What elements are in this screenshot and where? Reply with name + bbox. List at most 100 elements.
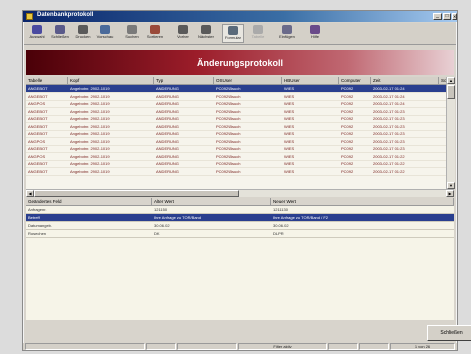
- table-cell: ANGEBOT: [28, 123, 48, 129]
- table-cell: Angebotnr. 2902-1019: [70, 116, 110, 121]
- table-cell: WIES: [284, 131, 295, 136]
- horizontal-scroll-thumb[interactable]: [34, 190, 239, 197]
- table-cell: Angebotnr. 2902-1019: [70, 101, 110, 106]
- table-cell: 2003-02-17 01:23: [373, 146, 405, 151]
- table-cell: ANDERUNG: [156, 168, 179, 174]
- table-cell: ANDERUNG: [156, 101, 179, 106]
- toolbar-button-schließen[interactable]: Schließen: [49, 24, 71, 43]
- filter-status: Filter aktiv: [238, 343, 327, 350]
- previous-icon: [178, 25, 188, 34]
- log-grid-vertical-scrollbar[interactable]: ▲ ▼: [446, 77, 455, 189]
- log-grid[interactable]: Tabelle Kopf Typ OSUser HBUser Computer Zeit Sc…: [26, 77, 446, 189]
- log-column-header[interactable]: HBUser: [282, 77, 339, 84]
- table-cell: ANGEBOT: [28, 108, 48, 114]
- toolbar-button-nächster[interactable]: Nächster: [195, 24, 217, 43]
- table-cell: ANDERUNG: [156, 153, 179, 159]
- table-cell: WIES: [284, 86, 295, 91]
- table-row[interactable]: ANGEBOT Angebotnr. 2902-1019 ANDERUNG PC092…: [26, 168, 446, 176]
- help-icon: [310, 25, 320, 34]
- toolbar-button-formular[interactable]: Formular: [222, 24, 244, 43]
- detail-column-header[interactable]: Geändertes Feld: [26, 198, 152, 205]
- detail-row[interactable]: Rosechen DK DLPR: [26, 230, 454, 238]
- detail-grid[interactable]: Geändertes Feld Alter Wert Neuer Wert Anfr…: [26, 198, 454, 320]
- table-cell: ANGPOS: [28, 101, 46, 106]
- detail-cell: Rosechen: [28, 231, 47, 236]
- table-cell: ANDERUNG: [156, 93, 179, 99]
- scroll-up-icon[interactable]: ▲: [447, 77, 455, 84]
- toolbar-button-auswahl[interactable]: Auswahl: [26, 24, 48, 43]
- table-cell: ANGEBOT: [28, 168, 48, 174]
- table-cell: PC092\Bsuch: [216, 168, 241, 174]
- table-cell: ANDERUNG: [156, 138, 179, 144]
- log-column-header[interactable]: OSUser: [214, 77, 282, 84]
- scroll-thumb[interactable]: [447, 85, 455, 99]
- toolbar-button-vorher[interactable]: Vorher: [172, 24, 194, 43]
- detail-row[interactable]: Betreff Ihre Anfrage zu TOR/Band Ihre Anfr…: [26, 214, 454, 222]
- status-panel: [359, 343, 389, 350]
- log-column-header[interactable]: Typ: [154, 77, 214, 84]
- log-column-header[interactable]: Tabelle: [26, 77, 68, 84]
- table-cell: WIES: [284, 123, 295, 129]
- table-cell: PC092: [341, 123, 354, 129]
- table-cell: WIES: [284, 101, 295, 106]
- log-column-header[interactable]: Sc: [439, 77, 446, 84]
- table-cell: ANGPOS: [28, 138, 46, 144]
- maximize-button[interactable]: □: [443, 13, 451, 20]
- table-cell: ANGEBOT: [28, 93, 48, 99]
- detail-column-header[interactable]: Alter Wert: [152, 198, 271, 205]
- filter-icon: [32, 25, 42, 34]
- detail-cell: Ihre Anfrage zu TOR/Band: [154, 215, 201, 220]
- status-bar: Filter aktiv 1 von 26: [23, 343, 457, 350]
- toolbar-button-suchen[interactable]: Suchen: [121, 24, 143, 43]
- table-cell: 2003-02-17 01:22: [373, 168, 405, 174]
- table-cell: PC092: [341, 116, 354, 121]
- toolbar-button-label: Formular: [224, 35, 241, 40]
- scroll-down-icon[interactable]: ▼: [447, 182, 455, 189]
- table-icon: [253, 25, 263, 34]
- table-cell: PC092: [341, 131, 354, 136]
- detail-row[interactable]: Datumangeb. 30.06.02 30.06.02: [26, 222, 454, 230]
- table-cell: ANGEBOT: [28, 116, 48, 121]
- log-column-header[interactable]: Zeit: [371, 77, 439, 84]
- status-panel: [328, 343, 358, 350]
- insert-icon: [282, 25, 292, 34]
- table-cell: WIES: [284, 108, 295, 114]
- table-cell: ANDERUNG: [156, 116, 179, 121]
- detail-cell: 30.06.02: [273, 223, 289, 228]
- close-window-button[interactable]: ✕: [452, 13, 457, 20]
- table-cell: WIES: [284, 168, 295, 174]
- log-grid-horizontal-scrollbar[interactable]: ◀ ▶: [26, 189, 454, 197]
- toolbar-button-label: Tabelle: [251, 34, 265, 39]
- detail-row[interactable]: Anfragenr. 121150 1211130: [26, 206, 454, 214]
- toolbar-button-hilfe[interactable]: Hilfe: [304, 24, 326, 43]
- scroll-right-icon[interactable]: ▶: [446, 190, 454, 197]
- detail-column-header[interactable]: Neuer Wert: [271, 198, 454, 205]
- minimize-button[interactable]: _: [433, 13, 442, 20]
- close-button[interactable]: Schließen: [427, 325, 471, 341]
- detail-cell: 121150: [154, 207, 168, 212]
- scroll-left-icon[interactable]: ◀: [26, 190, 34, 197]
- table-cell: ANGEBOT: [28, 131, 48, 136]
- table-cell: 2003-02-17 01:23: [373, 131, 405, 136]
- close-doc-icon: [55, 25, 65, 34]
- detail-cell: Betreff: [28, 215, 40, 220]
- table-cell: ANDERUNG: [156, 161, 179, 166]
- toolbar-button-einfügen[interactable]: Einfügen: [276, 24, 298, 43]
- toolbar-button-sortieren[interactable]: Sortieren: [144, 24, 166, 43]
- next-icon: [201, 25, 211, 34]
- table-cell: WIES: [284, 153, 295, 159]
- table-cell: 2003-02-17 01:23: [373, 123, 405, 129]
- table-cell: 2003-02-17 01:22: [373, 153, 405, 159]
- toolbar-button-tabelle[interactable]: Tabelle: [247, 24, 269, 43]
- toolbar-button-vorschau[interactable]: Vorschau: [94, 24, 116, 43]
- log-column-header[interactable]: Kopf: [68, 77, 154, 84]
- toolbar-button-label: Hilfe: [310, 34, 319, 39]
- table-cell: PC092\Bsuch: [216, 101, 241, 106]
- toolbar-button-label: Einfügen: [279, 34, 295, 39]
- table-cell: ANDERUNG: [156, 146, 179, 151]
- detail-cell: Datumangeb.: [28, 223, 53, 228]
- table-cell: WIES: [284, 116, 295, 121]
- table-cell: ANDERUNG: [156, 86, 179, 91]
- log-column-header[interactable]: Computer: [339, 77, 371, 84]
- table-cell: Angebotnr. 2902-1019: [70, 146, 110, 151]
